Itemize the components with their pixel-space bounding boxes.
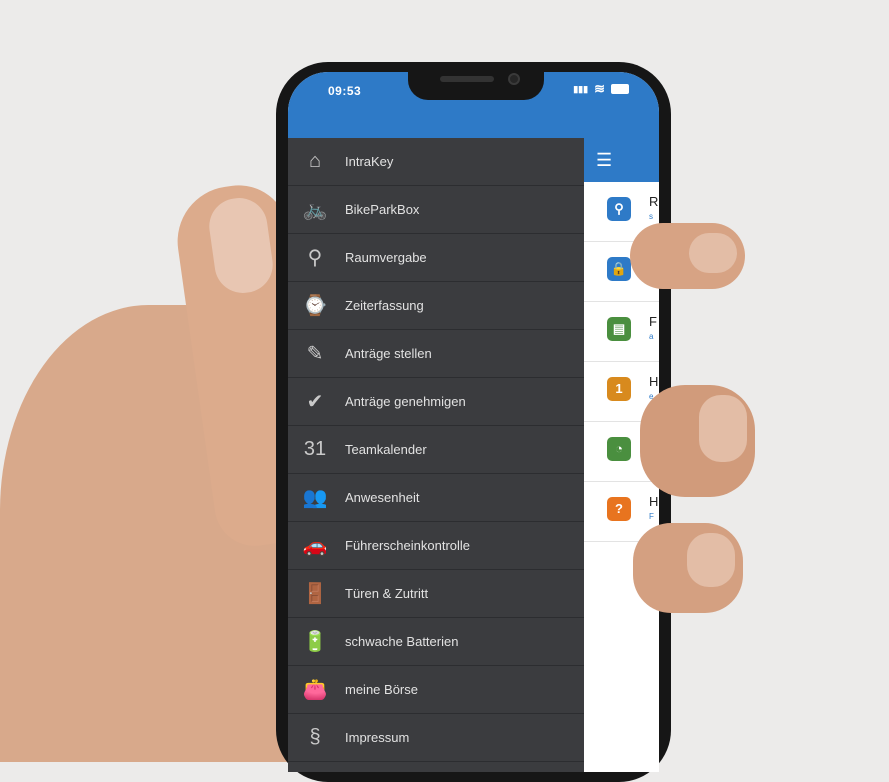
drawer-item-zeiterfassung[interactable]: ⌚ Zeiterfassung — [288, 282, 584, 330]
front-camera — [508, 73, 520, 85]
main-list-item-title: H — [649, 374, 659, 389]
battery-icon — [611, 84, 629, 94]
hand-index-finger — [630, 223, 745, 289]
drawer-item-label: Teamkalender — [345, 442, 427, 457]
document-check-icon: ✔ — [306, 391, 324, 413]
drawer-item-label: Zeiterfassung — [345, 298, 424, 313]
status-icons: ▮▮▮ ≋ — [573, 81, 629, 97]
help-bubble-icon: ? — [607, 497, 631, 521]
drawer-item-führerscheinkontrolle[interactable]: 🚗 Führerscheinkontrolle — [288, 522, 584, 570]
drawer-item-label: Raumvergabe — [345, 250, 427, 265]
drawer-item-label: Impressum — [345, 730, 410, 745]
drawer-item-label: Anträge genehmigen — [345, 394, 466, 409]
license-car-icon: 🚗 — [302, 535, 328, 557]
status-time: 09:53 — [328, 84, 362, 98]
document-edit-icon: ✎ — [306, 343, 324, 365]
pie-chart-icon: ◔ — [607, 437, 631, 461]
door-handle-icon: ⚲ — [307, 247, 323, 269]
drawer-item-label: meine Börse — [345, 682, 418, 697]
main-list-item-subtitle: F — [649, 512, 654, 521]
speaker-grille — [440, 76, 494, 82]
drawer-item-label: BikeParkBox — [345, 202, 420, 217]
drawer-item-label: schwache Batterien — [345, 634, 459, 649]
main-list-item-title: H — [649, 494, 659, 509]
phone-screen: 09:53 ▮▮▮ ≋ ☰ ⚲Rs🔒Ss▤Fa1He◔A?HF ⌂IntraKe… — [288, 72, 659, 772]
main-list-item-subtitle: s — [649, 212, 653, 221]
drawer-item-impressum[interactable]: § Impressum — [288, 714, 584, 762]
people-icon: 👥 — [302, 487, 328, 509]
drawer-item-anträge-stellen[interactable]: ✎ Anträge stellen — [288, 330, 584, 378]
hand-middle-finger — [640, 385, 755, 497]
signal-icon: ▮▮▮ — [573, 83, 589, 94]
main-list-item-title: F — [649, 314, 657, 329]
drawer-item-anwesenheit[interactable]: 👥 Anwesenheit — [288, 474, 584, 522]
wallet-icon: 👛 — [302, 679, 328, 701]
hand-ring-finger — [633, 523, 743, 613]
drawer-item-meine-börse[interactable]: 👛 meine Börse — [288, 666, 584, 714]
lock-icon: 🔒 — [607, 257, 631, 281]
battery-low-icon: 🔋 — [302, 631, 328, 653]
bicycle-icon: 🚲 — [302, 199, 328, 221]
drawer-item-label: Türen & Zutritt — [345, 586, 429, 601]
drawer-item-raumvergabe[interactable]: ⚲ Raumvergabe — [288, 234, 584, 282]
menu-icon[interactable]: ☰ — [596, 151, 612, 169]
door-handle-icon: ⚲ — [607, 197, 631, 221]
drawer-item-intrakey[interactable]: ⌂ IntraKey — [288, 138, 584, 186]
calendar-icon: 31 — [303, 438, 327, 460]
drawer-item-bikeparkbox[interactable]: 🚲 BikeParkBox — [288, 186, 584, 234]
navigation-drawer: ⌂ IntraKey 🚲 BikeParkBox ⚲ Raumvergabe ⌚ Zeiter… — [288, 138, 584, 772]
camera-notch — [408, 72, 544, 100]
wifi-icon: ≋ — [594, 81, 605, 96]
document-icon: ▤ — [607, 317, 631, 341]
drawer-item-schwache-batterien[interactable]: 🔋 schwache Batterien — [288, 618, 584, 666]
main-list-item-subtitle: a — [649, 332, 654, 341]
main-header: ☰ — [584, 138, 659, 182]
status-bar: 09:53 ▮▮▮ ≋ — [288, 72, 659, 138]
drawer-item-label: Anwesenheit — [345, 490, 420, 505]
home-icon: ⌂ — [308, 150, 322, 172]
legal-doc-icon: § — [309, 726, 321, 748]
main-list-item[interactable]: ▤ Fa — [584, 302, 659, 362]
doc-number-icon: 1 — [607, 377, 631, 401]
drawer-item-label: Führerscheinkontrolle — [345, 538, 471, 553]
main-list-item-title: R — [649, 194, 659, 209]
drawer-item-anträge-genehmigen[interactable]: ✔ Anträge genehmigen — [288, 378, 584, 426]
time-clock-icon: ⌚ — [302, 295, 328, 317]
drawer-item-label: IntraKey — [345, 154, 394, 169]
drawer-item-teamkalender[interactable]: 31 Teamkalender — [288, 426, 584, 474]
drawer-item-türen-zutritt[interactable]: 🚪 Türen & Zutritt — [288, 570, 584, 618]
door-icon: 🚪 — [302, 583, 328, 605]
drawer-item-label: Anträge stellen — [345, 346, 432, 361]
